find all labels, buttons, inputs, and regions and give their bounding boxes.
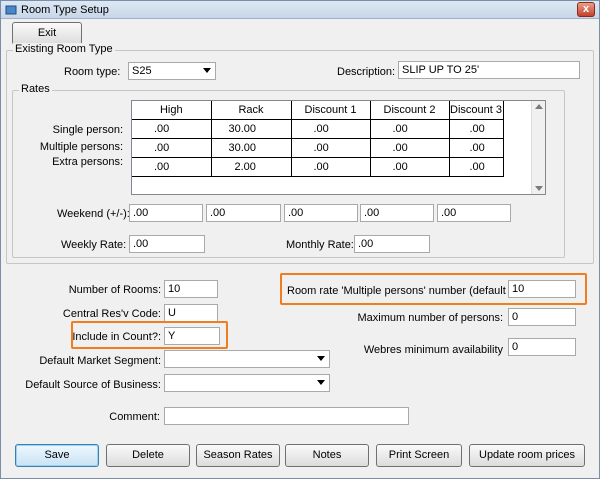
single-person-label: Single person: <box>52 124 123 136</box>
comment-field[interactable] <box>164 407 409 425</box>
column-header-rack: Rack <box>211 101 292 120</box>
rate-cell[interactable]: .00 <box>291 157 371 177</box>
room-type-value: S25 <box>132 65 152 77</box>
rate-cell[interactable]: .00 <box>449 138 504 158</box>
chevron-down-icon <box>317 356 325 361</box>
rates-grid[interactable]: High Rack Discount 1 Discount 2 Discount… <box>131 100 546 195</box>
maximum-persons-field[interactable]: 0 <box>508 308 576 326</box>
central-resv-code-field[interactable]: U <box>164 304 218 322</box>
rate-cell[interactable]: 2.00 <box>211 157 292 177</box>
column-header-discount-3: Discount 3 <box>449 101 504 120</box>
monthly-rate-field[interactable]: .00 <box>354 235 430 253</box>
rate-cell[interactable]: 30.00 <box>211 138 292 158</box>
column-header-discount-1: Discount 1 <box>291 101 371 120</box>
include-in-count-label: Include in Count?: <box>72 331 161 343</box>
room-type-label: Room type: <box>64 66 121 78</box>
weekly-rate-label: Weekly Rate: <box>61 239 127 251</box>
scroll-down-icon[interactable] <box>535 186 543 191</box>
number-of-rooms-field[interactable]: 10 <box>164 280 218 298</box>
column-header-discount-2: Discount 2 <box>370 101 450 120</box>
extra-persons-label: Extra persons: <box>52 156 123 168</box>
save-button[interactable]: Save <box>15 444 99 467</box>
weekend-discount-1-field[interactable]: .00 <box>284 204 358 222</box>
maximum-persons-label: Maximum number of persons: <box>357 312 504 324</box>
rates-table: High Rack Discount 1 Discount 2 Discount… <box>132 101 504 177</box>
window-title: Room Type Setup <box>21 4 109 16</box>
include-in-count-field[interactable]: Y <box>164 327 220 345</box>
notes-button[interactable]: Notes <box>285 444 369 467</box>
room-type-select[interactable]: S25 <box>128 62 216 80</box>
scroll-up-icon[interactable] <box>535 104 543 109</box>
rate-cell[interactable]: .00 <box>370 157 450 177</box>
rate-cell[interactable]: .00 <box>370 119 450 139</box>
default-source-of-business-select[interactable] <box>164 374 330 392</box>
multiple-persons-label: Multiple persons: <box>39 141 123 153</box>
rate-cell[interactable]: .00 <box>132 119 212 139</box>
number-of-rooms-label: Number of Rooms: <box>68 284 161 296</box>
rate-cell[interactable]: .00 <box>370 138 450 158</box>
description-label: Description: <box>337 66 396 78</box>
default-market-segment-select[interactable] <box>164 350 330 368</box>
rate-cell[interactable]: .00 <box>291 119 371 139</box>
room-type-setup-window: Room Type Setup x Exit Existing Room Typ… <box>0 0 600 479</box>
rate-cell[interactable]: .00 <box>449 157 504 177</box>
rates-scrollbar[interactable] <box>531 101 545 194</box>
weekend-label: Weekend (+/-): <box>57 208 130 220</box>
rate-cell[interactable]: .00 <box>291 138 371 158</box>
table-row: .00 2.00 .00 .00 .00 <box>132 157 504 177</box>
multiple-persons-number-label: Room rate 'Multiple persons' number (def… <box>287 285 522 297</box>
webres-minimum-availability-label: Webres minimum availability <box>363 344 503 356</box>
weekend-rack-field[interactable]: .00 <box>206 204 281 222</box>
weekly-rate-field[interactable]: .00 <box>129 235 205 253</box>
rates-legend: Rates <box>19 83 52 95</box>
weekend-high-field[interactable]: .00 <box>129 204 203 222</box>
weekend-discount-2-field[interactable]: .00 <box>360 204 434 222</box>
rate-cell[interactable]: .00 <box>132 157 212 177</box>
column-header-high: High <box>132 101 212 120</box>
description-field[interactable]: SLIP UP TO 25' <box>398 61 580 79</box>
weekend-discount-3-field[interactable]: .00 <box>437 204 511 222</box>
chevron-down-icon <box>203 68 211 73</box>
exit-button[interactable]: Exit <box>12 22 82 45</box>
delete-button[interactable]: Delete <box>106 444 190 467</box>
close-button[interactable]: x <box>577 2 595 17</box>
print-screen-button[interactable]: Print Screen <box>376 444 462 467</box>
season-rates-button[interactable]: Season Rates <box>196 444 280 467</box>
app-icon <box>5 5 17 15</box>
rate-cell[interactable]: .00 <box>132 138 212 158</box>
default-source-of-business-label: Default Source of Business: <box>25 379 161 391</box>
existing-room-type-legend: Existing Room Type <box>13 43 115 55</box>
rates-header-row: High Rack Discount 1 Discount 2 Discount… <box>132 101 504 120</box>
table-row: .00 30.00 .00 .00 .00 <box>132 138 504 158</box>
central-resv-code-label: Central Res'v Code: <box>62 308 161 320</box>
rate-cell[interactable]: .00 <box>449 119 504 139</box>
monthly-rate-label: Monthly Rate: <box>286 239 354 251</box>
title-bar: Room Type Setup x <box>1 1 599 19</box>
comment-label: Comment: <box>109 411 160 423</box>
webres-minimum-availability-field[interactable]: 0 <box>508 338 576 356</box>
update-room-prices-button[interactable]: Update room prices <box>469 444 585 467</box>
chevron-down-icon <box>317 380 325 385</box>
rate-cell[interactable]: 30.00 <box>211 119 292 139</box>
default-market-segment-label: Default Market Segment: <box>39 355 161 367</box>
table-row: .00 30.00 .00 .00 .00 <box>132 119 504 139</box>
multiple-persons-number-field[interactable]: 10 <box>508 280 576 298</box>
